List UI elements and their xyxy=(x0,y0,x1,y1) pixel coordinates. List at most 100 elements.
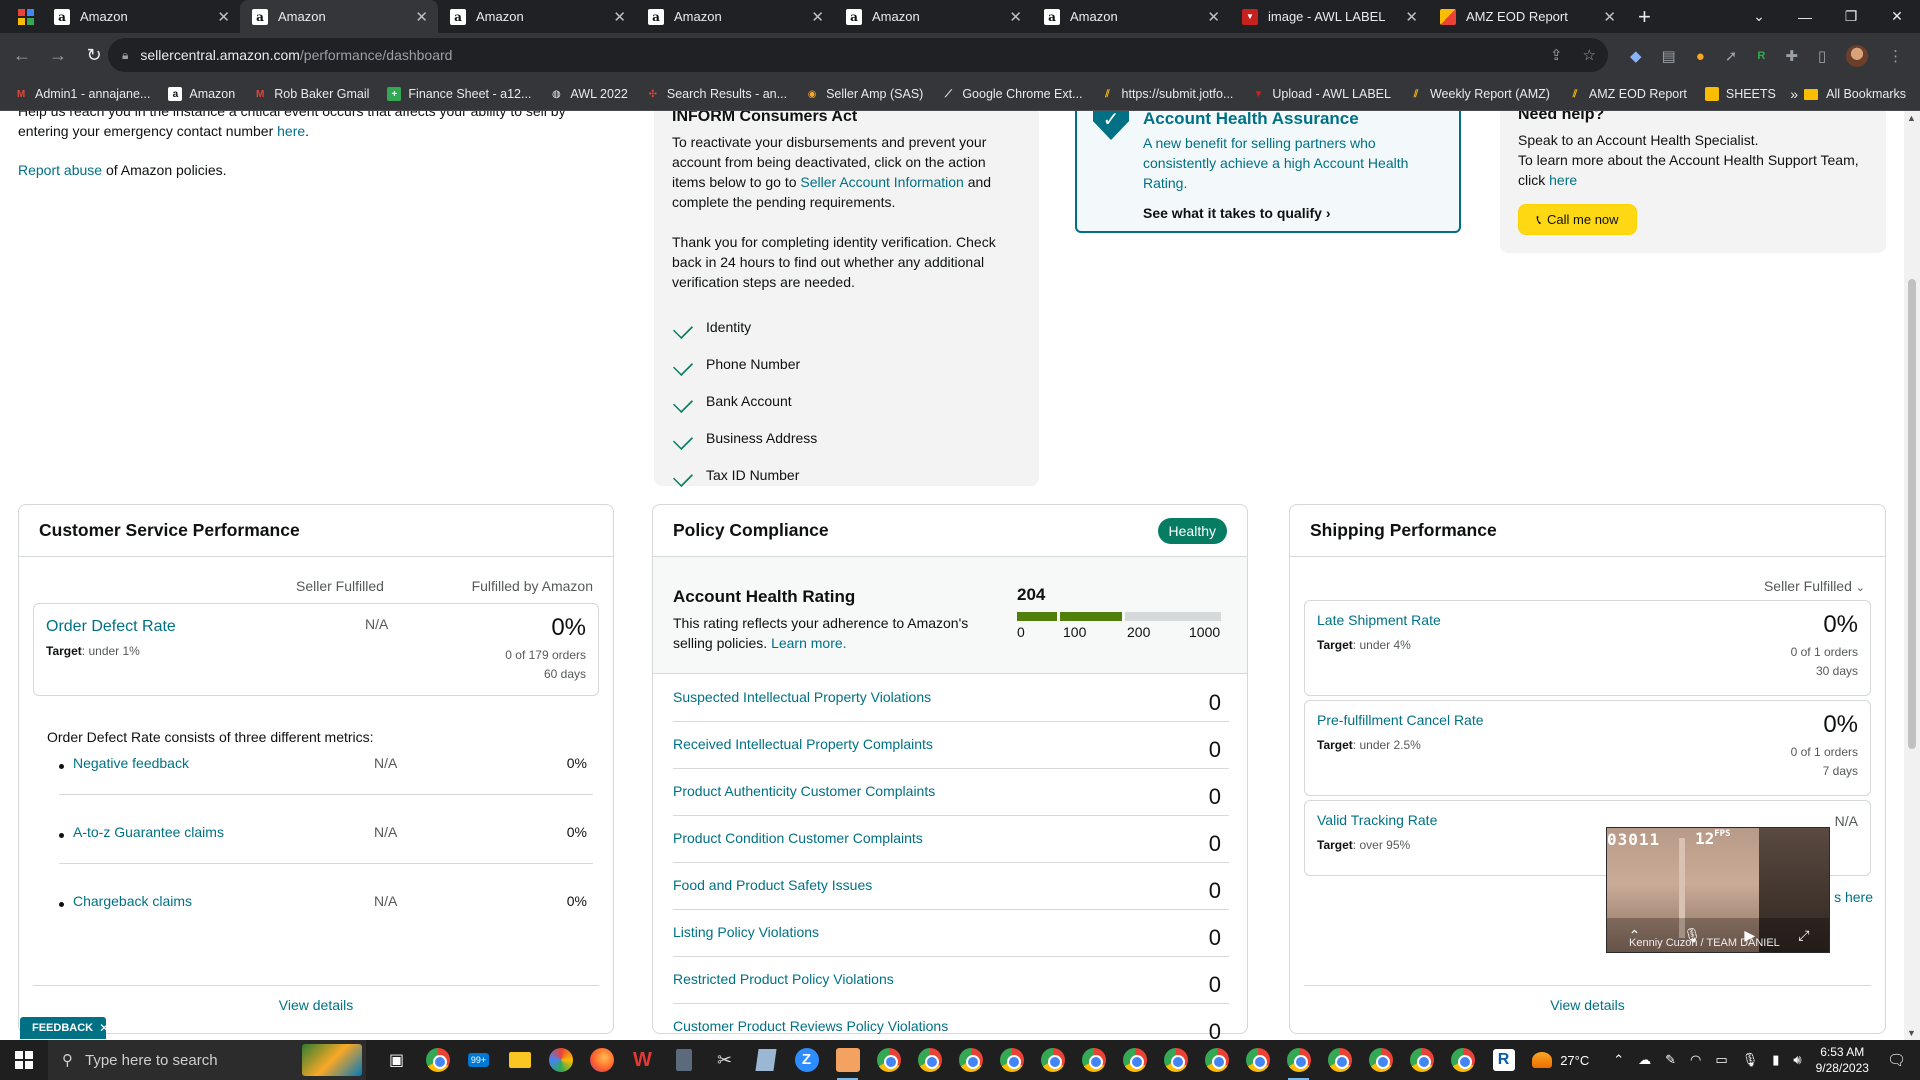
weather-widget[interactable]: 27°C xyxy=(1532,1052,1589,1068)
expand-icon[interactable]: ⤢ xyxy=(1798,927,1809,944)
chevron-up-icon[interactable]: ⌃ xyxy=(1613,1052,1624,1068)
monitor-icon[interactable]: ▭ xyxy=(1715,1052,1727,1068)
chrome-profile-icon[interactable] xyxy=(1401,1040,1442,1080)
shipping-here-link[interactable]: s here xyxy=(1834,889,1873,905)
close-window-button[interactable]: ✕ xyxy=(1874,8,1920,25)
browser-tab[interactable]: ▼ image - AWL LABEL ✕ xyxy=(1230,0,1428,33)
valid-tracking-link[interactable]: Valid Tracking Rate xyxy=(1317,812,1437,828)
close-icon[interactable]: ✕ xyxy=(1603,8,1616,26)
scroll-down-icon[interactable]: ▼ xyxy=(1907,1028,1916,1038)
mic-icon[interactable]: 🎙︎ xyxy=(1742,1052,1759,1068)
share-icon[interactable]: ⇪ xyxy=(1550,46,1563,64)
browser-tab[interactable]: a Amazon ✕ xyxy=(438,0,636,33)
back-button[interactable]: ← xyxy=(8,45,36,66)
cloud-icon[interactable]: ☁ xyxy=(1638,1052,1651,1068)
file-explorer-icon[interactable] xyxy=(499,1040,540,1080)
page-scrollbar[interactable]: ▲ ▼ xyxy=(1904,111,1920,1040)
qualify-link[interactable]: See what it takes to qualify › xyxy=(1143,205,1443,221)
feedback-tab[interactable]: FEEDBACK ✕ xyxy=(20,1017,109,1039)
a-to-z-claims-link[interactable]: A-to-z Guarantee claims xyxy=(73,824,224,840)
cancel-rate-link[interactable]: Pre-fulfillment Cancel Rate xyxy=(1317,712,1484,728)
bookmark-item[interactable]: ⫽ Weekly Report (AMZ) xyxy=(1409,87,1550,101)
r-app-icon[interactable]: R xyxy=(1483,1040,1524,1080)
zoom-icon[interactable]: Z xyxy=(786,1040,827,1080)
mail-icon[interactable]: 99+ xyxy=(458,1040,499,1080)
bookmarks-overflow-button[interactable]: » xyxy=(1790,86,1798,102)
new-tab-button[interactable]: + xyxy=(1638,4,1651,30)
extension-r-icon[interactable]: R xyxy=(1757,50,1765,62)
bookmark-item[interactable]: M Rob Baker Gmail xyxy=(253,87,369,101)
policy-link[interactable]: Product Authenticity Customer Complaints xyxy=(673,783,935,799)
photos-icon[interactable] xyxy=(540,1040,581,1080)
chrome-profile-icon[interactable] xyxy=(950,1040,991,1080)
report-abuse-link[interactable]: Report abuse xyxy=(18,162,102,178)
scroll-up-icon[interactable]: ▲ xyxy=(1907,113,1916,123)
policy-link[interactable]: Listing Policy Violations xyxy=(673,924,819,940)
chrome-profile-icon[interactable] xyxy=(1278,1040,1319,1080)
chrome-profile-icon[interactable] xyxy=(909,1040,950,1080)
late-shipment-link[interactable]: Late Shipment Rate xyxy=(1317,612,1441,628)
bookmark-star-icon[interactable]: ☆ xyxy=(1583,46,1596,64)
seller-account-info-link[interactable]: Seller Account Information xyxy=(800,174,963,190)
close-icon[interactable]: ✕ xyxy=(1207,8,1220,26)
extension-arrow-icon[interactable]: ➚ xyxy=(1725,47,1738,65)
app-icon[interactable] xyxy=(827,1040,868,1080)
minimize-button[interactable]: — xyxy=(1782,9,1828,25)
bookmark-item[interactable]: ◉ Seller Amp (SAS) xyxy=(805,87,924,101)
browser-tab[interactable]: a Amazon ✕ xyxy=(1032,0,1230,33)
policy-link[interactable]: Product Condition Customer Complaints xyxy=(673,830,923,846)
help-link[interactable]: here xyxy=(1549,172,1577,188)
csp-view-details-link[interactable]: View details xyxy=(19,997,613,1013)
extension-off-icon[interactable]: ▤ xyxy=(1662,47,1676,65)
task-view-icon[interactable]: ▣ xyxy=(376,1040,417,1080)
bookmark-item[interactable]: ⫽ https://submit.jotfo... xyxy=(1101,87,1233,101)
policy-link[interactable]: Restricted Product Policy Violations xyxy=(673,971,894,987)
all-bookmarks-button[interactable]: All Bookmarks xyxy=(1804,87,1906,101)
bookmark-item[interactable]: ▼ Upload - AWL LABEL xyxy=(1251,87,1391,101)
fulfillment-select[interactable]: Seller Fulfilled ⌄ xyxy=(1764,578,1865,594)
bookmark-item[interactable]: + Finance Sheet - a12... xyxy=(387,87,531,101)
close-icon[interactable]: ✕ xyxy=(613,8,626,26)
close-icon[interactable]: ✕ xyxy=(99,1021,109,1035)
battery-icon[interactable]: ▮ xyxy=(1772,1052,1779,1068)
sp-view-details-link[interactable]: View details xyxy=(1290,997,1885,1013)
chrome-profile-icon[interactable] xyxy=(1237,1040,1278,1080)
call-me-now-button[interactable]: 📞︎ Call me now xyxy=(1518,204,1637,235)
bookmark-item[interactable]: a Amazon xyxy=(168,87,235,101)
chrome-profile-icon[interactable] xyxy=(1032,1040,1073,1080)
scrollbar-thumb[interactable] xyxy=(1908,279,1916,749)
bookmark-item[interactable]: M Admin1 - annajane... xyxy=(14,87,151,101)
notification-icon[interactable]: 🗨︎ xyxy=(1887,1051,1906,1069)
chrome-profile-icon[interactable] xyxy=(1442,1040,1483,1080)
bookmark-item[interactable]: SHEETS xyxy=(1704,87,1776,101)
policy-link[interactable]: Customer Product Reviews Policy Violatio… xyxy=(673,1018,948,1034)
negative-feedback-link[interactable]: Negative feedback xyxy=(73,755,189,771)
start-button[interactable] xyxy=(0,1040,48,1080)
menu-dots-icon[interactable]: ⋮ xyxy=(1888,47,1903,65)
chrome-icon[interactable] xyxy=(417,1040,458,1080)
order-defect-rate-link[interactable]: Order Defect Rate xyxy=(46,618,176,636)
taskbar-search[interactable]: ⚲ Type here to search xyxy=(48,1040,366,1080)
browser-tab[interactable]: AMZ EOD Report ✕ xyxy=(1428,0,1626,33)
reload-button[interactable]: ↻ xyxy=(80,45,108,66)
chrome-profile-icon[interactable] xyxy=(991,1040,1032,1080)
chargeback-claims-link[interactable]: Chargeback claims xyxy=(73,893,192,909)
browser-tab[interactable]: a Amazon ✕ xyxy=(834,0,1032,33)
chrome-profile-icon[interactable] xyxy=(1196,1040,1237,1080)
bookmark-item[interactable]: ⟋ Google Chrome Ext... xyxy=(941,87,1083,101)
chevron-down-icon[interactable]: ⌄ xyxy=(1736,8,1782,25)
tab-search-icon[interactable] xyxy=(18,8,34,25)
chrome-profile-icon[interactable] xyxy=(1155,1040,1196,1080)
lock-icon[interactable]: 🔒︎ xyxy=(122,48,128,63)
snipping-icon[interactable]: ✂ xyxy=(704,1040,745,1080)
close-icon[interactable]: ✕ xyxy=(1405,8,1418,26)
policy-link[interactable]: Food and Product Safety Issues xyxy=(673,877,872,893)
notes-icon[interactable] xyxy=(745,1040,786,1080)
close-icon[interactable]: ✕ xyxy=(217,8,230,26)
browser-tab-active[interactable]: a Amazon ✕ xyxy=(240,0,438,33)
learn-more-link[interactable]: Learn more. xyxy=(771,635,846,651)
wifi-icon[interactable]: ◠ xyxy=(1690,1052,1701,1068)
pen-icon[interactable]: ✎ xyxy=(1665,1052,1676,1068)
wps-icon[interactable]: W xyxy=(622,1040,663,1080)
side-panel-icon[interactable]: ▯ xyxy=(1818,47,1826,65)
